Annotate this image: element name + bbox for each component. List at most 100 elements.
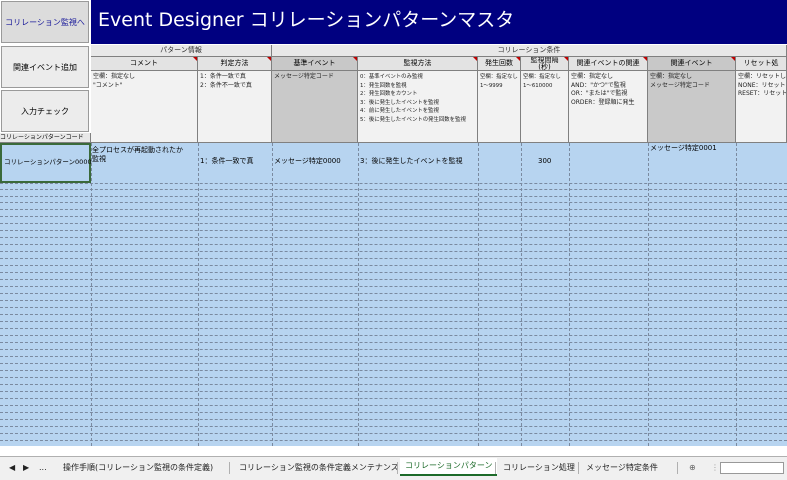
grid-row-line bbox=[0, 321, 787, 323]
grid-col-line bbox=[521, 143, 522, 446]
sheet-tab-correlation-processing[interactable]: コリレーション処理 bbox=[498, 460, 580, 476]
record-comment[interactable]: 全プロセスが再起動されたか 監視 bbox=[92, 146, 183, 164]
grid-row-line bbox=[0, 314, 787, 316]
comment-marker-icon bbox=[473, 57, 477, 61]
grid-row-line bbox=[0, 189, 787, 191]
grid-col-line bbox=[648, 143, 649, 446]
grid-row-line bbox=[0, 244, 787, 246]
desc-comment[interactable]: 空欄：指定なし "コメント" bbox=[91, 71, 198, 143]
grid-row-line bbox=[0, 398, 787, 400]
group-header-pattern-info: パターン情報 bbox=[91, 45, 272, 57]
grid-col-line bbox=[569, 143, 570, 446]
col-header-related-event-relation[interactable]: 関連イベントの関連 bbox=[569, 57, 648, 71]
grid-row-line bbox=[0, 216, 787, 218]
grid-row-line bbox=[0, 183, 787, 185]
grid-row-line bbox=[0, 370, 787, 372]
grid-row-line bbox=[0, 196, 787, 198]
grid-col-line bbox=[478, 143, 479, 446]
grid-col-line bbox=[272, 143, 273, 446]
col-header-label: 関連イベント bbox=[670, 59, 713, 67]
grid-row-line bbox=[0, 349, 787, 351]
grid-row-line bbox=[0, 307, 787, 309]
record-monitor-method[interactable]: 3：後に発生したイベントを監視 bbox=[360, 157, 462, 166]
sheet-tab-message-condition[interactable]: メッセージ特定条件 bbox=[581, 460, 663, 476]
record-base-event[interactable]: メッセージ特定0000 bbox=[274, 157, 341, 166]
grid-col-line bbox=[91, 143, 92, 446]
desc-related-event[interactable]: 空欄：指定なし メッセージ特定コード bbox=[648, 71, 736, 143]
sheet-tab-bar: ◀ ▶ ... 操作手順(コリレーション監視の条件定義) コリレーション監視の条… bbox=[0, 456, 787, 480]
grid-col-line bbox=[198, 143, 199, 446]
grid-row-line bbox=[0, 230, 787, 232]
comment-marker-icon bbox=[193, 57, 197, 61]
horizontal-scrollbar[interactable] bbox=[720, 462, 784, 474]
grid-row-line bbox=[0, 293, 787, 295]
desc-related-event-relation[interactable]: 空欄：指定なし AND："かつ"で監視 OR："または"で監視 ORDER：登録… bbox=[569, 71, 648, 143]
grid-row-line bbox=[0, 433, 787, 435]
desc-interval[interactable]: 空欄：指定なし 1～610000 bbox=[521, 71, 569, 143]
page-title: Event Designer コリレーションパターンマスタ bbox=[91, 0, 787, 44]
grid-row-line bbox=[0, 202, 787, 204]
record-code[interactable]: コリレーションパターン0000 bbox=[4, 158, 92, 167]
grid-row-line bbox=[0, 426, 787, 428]
grid-row-line bbox=[0, 300, 787, 302]
record-related-event[interactable]: メッセージ特定0001 bbox=[650, 144, 717, 153]
grid-col-line bbox=[358, 143, 359, 446]
more-sheets-button[interactable]: ... bbox=[34, 460, 52, 476]
grid-row-line bbox=[0, 286, 787, 288]
col-header-label: 基準イベント bbox=[293, 59, 336, 67]
desc-judgement[interactable]: 1：条件一致で真 2：条件不一致で真 bbox=[198, 71, 272, 143]
col-header-label: 監視方法 bbox=[403, 59, 432, 67]
record-interval[interactable]: 300 bbox=[538, 157, 551, 166]
comment-marker-icon bbox=[516, 57, 520, 61]
grid-row-line bbox=[0, 265, 787, 267]
col-header-interval[interactable]: 監視間隔 (秒) bbox=[521, 57, 569, 71]
col-header-label: 判定方法 bbox=[220, 59, 249, 67]
comment-marker-icon bbox=[564, 57, 568, 61]
comment-marker-icon bbox=[267, 57, 271, 61]
desc-reset[interactable]: 空欄：リセットし NONE：リセットし RESET：リセット bbox=[736, 71, 787, 143]
grid-row-line bbox=[0, 377, 787, 379]
col-header-label: 関連イベントの関連 bbox=[576, 59, 640, 67]
grid-row-line bbox=[0, 328, 787, 330]
col-header-related-event[interactable]: 関連イベント bbox=[648, 57, 736, 71]
next-sheet-icon[interactable]: ▶ bbox=[18, 460, 34, 476]
col-header-reset[interactable]: リセット処 bbox=[736, 57, 787, 71]
comment-marker-icon bbox=[731, 57, 735, 61]
desc-occurrence-count[interactable]: 空欄：指定なし 1～9999 bbox=[478, 71, 521, 143]
grid-row-line bbox=[0, 440, 787, 442]
correlation-monitor-button[interactable]: コリレーション監視へ bbox=[1, 1, 89, 43]
grid-row-line bbox=[0, 258, 787, 260]
col-header-base-event[interactable]: 基準イベント bbox=[272, 57, 358, 71]
col-header-judgement[interactable]: 判定方法 bbox=[198, 57, 272, 71]
col-header-comment[interactable]: コメント bbox=[91, 57, 198, 71]
grid-row-line bbox=[0, 335, 787, 337]
col-header-label: コメント bbox=[130, 59, 158, 67]
row-header-label: コリレーションパターンコード bbox=[0, 133, 91, 143]
grid-col-line bbox=[736, 143, 737, 446]
desc-base-event[interactable]: メッセージ特定コード bbox=[272, 71, 358, 143]
col-header-monitor-method[interactable]: 監視方法 bbox=[358, 57, 478, 71]
add-related-event-button[interactable]: 関連イベント追加 bbox=[1, 46, 89, 88]
add-sheet-icon[interactable]: ⊕ bbox=[684, 460, 701, 476]
input-check-button[interactable]: 入力チェック bbox=[1, 90, 89, 132]
grid-row-line bbox=[0, 342, 787, 344]
col-header-label: 発生回数 bbox=[485, 59, 513, 67]
sheet-tab-maintenance[interactable]: コリレーション監視の条件定義メンテナンス bbox=[234, 460, 404, 476]
col-header-occurrence-count[interactable]: 発生回数 bbox=[478, 57, 521, 71]
grid-row-line bbox=[0, 237, 787, 239]
grid-row-line bbox=[0, 356, 787, 358]
desc-monitor-method[interactable]: 0：基準イベントのみ監視 1：発生回数を監視 2：発生回数をカウント 3：後に発… bbox=[358, 71, 478, 143]
grid-row-line bbox=[0, 251, 787, 253]
record-judgement[interactable]: 1：条件一致で真 bbox=[200, 157, 253, 166]
grid-row-line bbox=[0, 272, 787, 274]
sheet-tab-procedure[interactable]: 操作手順(コリレーション監視の条件定義) bbox=[58, 460, 218, 476]
comment-marker-icon bbox=[643, 57, 647, 61]
comment-marker-icon bbox=[353, 57, 357, 61]
grid-row-line bbox=[0, 419, 787, 421]
col-header-label: 監視間隔 (秒) bbox=[530, 57, 559, 71]
grid-row-line bbox=[0, 384, 787, 386]
grid-row-line bbox=[0, 391, 787, 393]
grid-row-line bbox=[0, 209, 787, 211]
grid-row-line bbox=[0, 405, 787, 407]
sheet-tab-correlation-pattern[interactable]: コリレーションパターン bbox=[400, 458, 498, 476]
